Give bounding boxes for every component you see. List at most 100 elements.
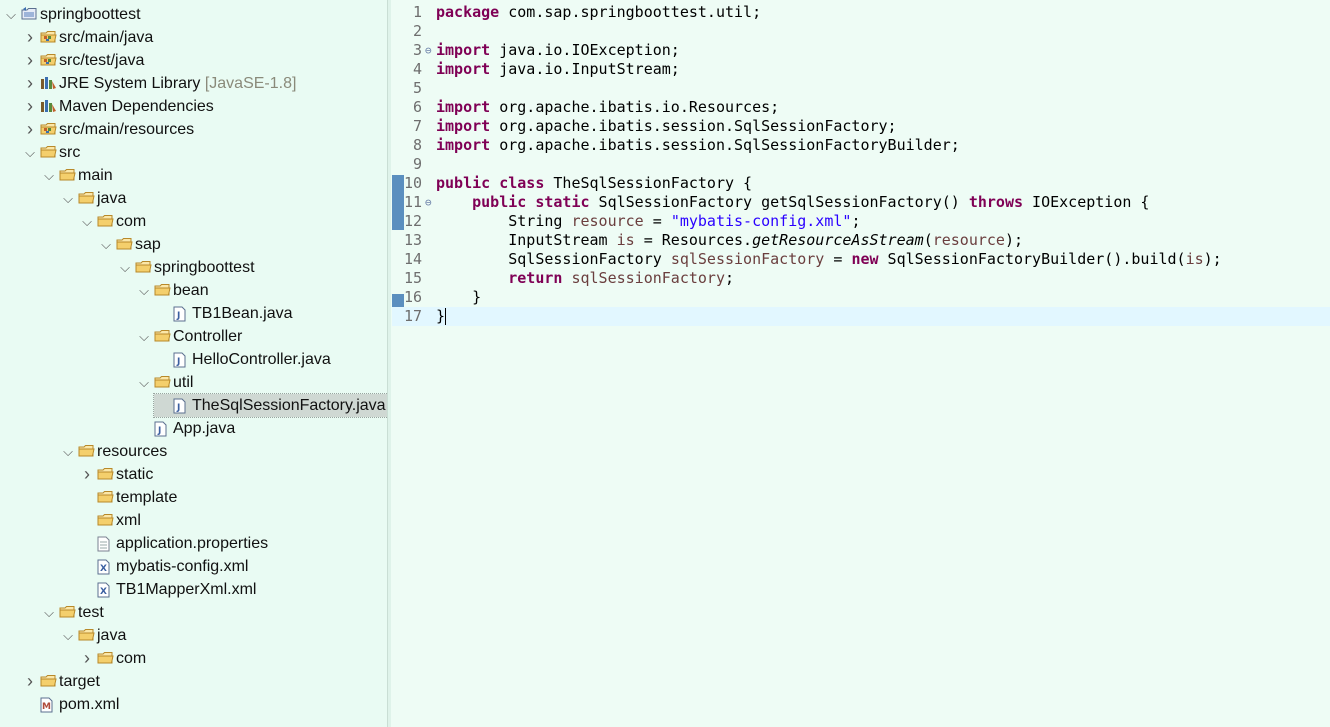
- tree-item[interactable]: › Maven Dependencies: [21, 95, 214, 118]
- chevron-down-icon[interactable]: ⌵: [40, 601, 58, 624]
- tree-item[interactable]: ⌵ Controller: [135, 325, 242, 348]
- tree-item[interactable]: ⌵ java: [59, 624, 126, 647]
- chevron-down-icon[interactable]: ⌵: [59, 440, 77, 463]
- tree-item-label: java: [97, 190, 127, 207]
- chevron-right-icon[interactable]: ›: [21, 49, 39, 72]
- library-icon: [39, 95, 59, 118]
- java-file-icon: J: [153, 417, 173, 440]
- tree-item[interactable]: › JRE System Library [JavaSE-1.8]: [21, 72, 296, 95]
- chevron-down-icon[interactable]: ⌵: [78, 210, 96, 233]
- chevron-down-icon[interactable]: ⌵: [59, 187, 77, 210]
- java-file-icon: J: [172, 348, 192, 371]
- tree-item[interactable]: ⌵ bean: [135, 279, 209, 302]
- library-icon: [39, 72, 59, 95]
- tree-item[interactable]: ⌵ util: [135, 371, 193, 394]
- tree-item[interactable]: › static: [78, 463, 153, 486]
- tree-item[interactable]: ⌵ src: [21, 141, 80, 164]
- tree-item-label: springboottest: [154, 259, 255, 276]
- code-text: import org.apache.ibatis.session.SqlSess…: [436, 136, 960, 155]
- code-line[interactable]: 14 SqlSessionFactory sqlSessionFactory =…: [392, 250, 1330, 269]
- tree-item[interactable]: J App.java: [135, 417, 235, 440]
- source-folder-icon: [39, 49, 59, 72]
- code-text: import java.io.InputStream;: [436, 60, 680, 79]
- chevron-right-icon[interactable]: ›: [78, 647, 96, 670]
- line-number: 12: [403, 212, 422, 230]
- tree-item[interactable]: › src/test/java: [21, 49, 144, 72]
- code-line[interactable]: 5: [392, 79, 1330, 98]
- chevron-down-icon[interactable]: ⌵: [97, 233, 115, 256]
- tree-item[interactable]: › src/main/resources: [21, 118, 194, 141]
- chevron-down-icon[interactable]: ⌵: [135, 325, 153, 348]
- chevron-down-icon[interactable]: ⌵: [21, 141, 39, 164]
- tree-item[interactable]: application.properties: [78, 532, 268, 555]
- package-explorer[interactable]: ⌵ springboottest › src/main/java › src/test/j…: [0, 0, 387, 727]
- tree-item-selected[interactable]: J TheSqlSessionFactory.java: [153, 393, 387, 418]
- chevron-down-icon[interactable]: ⌵: [116, 256, 134, 279]
- code-line[interactable]: 15 return sqlSessionFactory;: [392, 269, 1330, 288]
- chevron-down-icon[interactable]: ⌵: [59, 624, 77, 647]
- tree-item[interactable]: ⌵ springboottest: [116, 256, 255, 279]
- tree-item-label: application.properties: [116, 535, 269, 552]
- chevron-down-icon[interactable]: ⌵: [40, 164, 58, 187]
- code-line[interactable]: 16 }: [392, 288, 1330, 307]
- pane-splitter[interactable]: [387, 0, 391, 727]
- tree-item[interactable]: ⌵ resources: [59, 440, 167, 463]
- tree-item-label: template: [116, 489, 178, 506]
- code-token: com.sap.springboottest.util;: [499, 3, 762, 21]
- fold-toggle-icon[interactable]: ⊖: [425, 41, 435, 60]
- code-token: java.io.InputStream;: [490, 60, 680, 78]
- code-line[interactable]: 4 import java.io.InputStream;: [392, 60, 1330, 79]
- tree-item[interactable]: J TB1Bean.java: [154, 302, 293, 325]
- code-text: InputStream is = Resources.getResourceAs…: [436, 231, 1023, 250]
- code-line[interactable]: 3 ⊖ import java.io.IOException;: [392, 41, 1330, 60]
- chevron-right-icon[interactable]: ›: [21, 26, 39, 49]
- tree-item[interactable]: ⌵ main: [40, 164, 113, 187]
- code-line[interactable]: 17}: [392, 307, 1330, 326]
- tree-item[interactable]: Xmybatis-config.xml: [78, 555, 248, 578]
- code-editor[interactable]: 1 package com.sap.springboottest.util; 2 3 ⊖…: [392, 0, 1330, 727]
- code-line[interactable]: 10 public class TheSqlSessionFactory {: [392, 174, 1330, 193]
- chevron-right-icon[interactable]: ›: [21, 670, 39, 693]
- tree-item[interactable]: template: [78, 486, 177, 509]
- code-line[interactable]: 1 package com.sap.springboottest.util;: [392, 3, 1330, 22]
- code-text: import org.apache.ibatis.session.SqlSess…: [436, 117, 897, 136]
- chevron-right-icon[interactable]: ›: [21, 118, 39, 141]
- tree-item[interactable]: ⌵ java: [59, 187, 126, 210]
- tree-item[interactable]: xml: [78, 509, 141, 532]
- tree-item[interactable]: J HelloController.java: [154, 348, 331, 371]
- code-line[interactable]: 2: [392, 22, 1330, 41]
- code-token: InputStream: [436, 231, 617, 249]
- chevron-right-icon[interactable]: ›: [78, 463, 96, 486]
- chevron-down-icon[interactable]: ⌵: [135, 371, 153, 394]
- folder-icon: [115, 233, 135, 256]
- chevron-down-icon[interactable]: ⌵: [2, 3, 20, 26]
- line-number: 16: [403, 288, 422, 306]
- code-line[interactable]: 8 import org.apache.ibatis.session.SqlSes…: [392, 136, 1330, 155]
- code-line[interactable]: 6 import org.apache.ibatis.io.Resources;: [392, 98, 1330, 117]
- code-line[interactable]: 11 ⊖ public static SqlSessionFactory getS…: [392, 193, 1330, 212]
- tree-item-label: target: [59, 673, 100, 690]
- code-line[interactable]: 13 InputStream is = Resources.getResourc…: [392, 231, 1330, 250]
- tree-item[interactable]: X TB1MapperXml.xml: [78, 578, 256, 601]
- code-token: (: [923, 231, 933, 249]
- code-text: public class TheSqlSessionFactory {: [436, 174, 752, 193]
- tree-item[interactable]: ⌵ springboottest: [2, 3, 140, 26]
- fold-toggle-icon[interactable]: ⊖: [425, 193, 435, 212]
- tree-item[interactable]: › target: [21, 670, 100, 693]
- folder-icon: [153, 325, 173, 348]
- tree-item[interactable]: ⌵ com: [78, 210, 146, 233]
- code-line[interactable]: 7 import org.apache.ibatis.session.SqlSes…: [392, 117, 1330, 136]
- tree-item[interactable]: Mpom.xml: [21, 693, 119, 716]
- tree-item[interactable]: › com: [78, 647, 146, 670]
- code-line[interactable]: 12 String resource = "mybatis-config.xml…: [392, 212, 1330, 231]
- chevron-right-icon[interactable]: ›: [21, 72, 39, 95]
- chevron-down-icon[interactable]: ⌵: [135, 279, 153, 302]
- code-text: package com.sap.springboottest.util;: [436, 3, 761, 22]
- code-line[interactable]: 9: [392, 155, 1330, 174]
- tree-item[interactable]: ⌵ test: [40, 601, 104, 624]
- chevron-right-icon[interactable]: ›: [21, 95, 39, 118]
- tree-item[interactable]: ⌵ sap: [97, 233, 161, 256]
- tree-item[interactable]: › src/main/java: [21, 26, 153, 49]
- code-token: }: [436, 288, 482, 306]
